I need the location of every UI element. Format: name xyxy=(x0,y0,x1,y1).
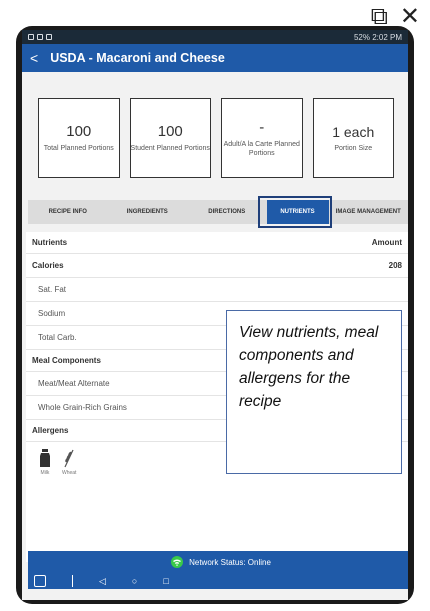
card-label: Adult/A la Carte Planned Portions xyxy=(223,140,300,157)
network-status-text: Network Status: Online xyxy=(189,557,271,567)
external-open-icon[interactable]: ⧉ xyxy=(371,4,388,28)
card-label: Total Planned Portions xyxy=(43,145,114,152)
content-area: 100 Total Planned Portions 100 Student P… xyxy=(22,72,408,600)
card-value: - xyxy=(259,118,265,136)
tablet-frame: 52% 2:02 PM < USDA - Macaroni and Cheese… xyxy=(16,26,414,604)
android-nav-bar: ◁ ○ □ xyxy=(28,573,408,589)
status-bar: 52% 2:02 PM xyxy=(22,30,408,44)
calories-value: 208 xyxy=(388,261,402,270)
allergen-label: Milk xyxy=(40,470,50,476)
back-icon[interactable]: < xyxy=(30,50,38,66)
allergen-milk: Milk xyxy=(38,448,52,476)
tab-recipe-info[interactable]: RECIPE INFO xyxy=(28,209,108,215)
nutrient-label: Total Carb. xyxy=(38,333,77,342)
allergen-wheat: Wheat xyxy=(62,448,76,476)
nutrient-label: Sodium xyxy=(38,309,66,318)
nutrients-title: Nutrients xyxy=(32,238,68,247)
screen: 52% 2:02 PM < USDA - Macaroni and Cheese… xyxy=(22,30,408,600)
nutrient-label: Sat. Fat xyxy=(38,285,67,294)
nutrient-row: Sat. Fat xyxy=(26,278,408,302)
recents-square-icon[interactable]: □ xyxy=(163,576,168,586)
tab-directions[interactable]: DIRECTIONS xyxy=(187,209,267,215)
adult-planned-portions-card: - Adult/A la Carte Planned Portions xyxy=(221,98,303,178)
tab-highlight-box xyxy=(258,196,332,228)
card-label: Student Planned Portions xyxy=(130,145,210,152)
network-status-bar: Network Status: Online xyxy=(28,551,408,573)
amount-header: Amount xyxy=(371,238,402,247)
page-title: USDA - Macaroni and Cheese xyxy=(50,51,225,65)
card-value: 100 xyxy=(157,123,183,140)
portion-size-card: 1 each Portion Size xyxy=(312,98,394,178)
total-planned-portions-card: 100 Total Planned Portions xyxy=(38,98,120,178)
card-value: 100 xyxy=(66,123,92,140)
instruction-callout: View nutrients, meal components and alle… xyxy=(226,310,402,474)
app-switch-icon[interactable] xyxy=(34,575,46,587)
top-overlay: ⧉ ✕ xyxy=(371,4,420,28)
nav-divider xyxy=(72,575,73,587)
meal-component-label: Meat/Meat Alternate xyxy=(38,379,110,388)
status-bar-time: 52% 2:02 PM xyxy=(353,32,402,42)
tab-image-management[interactable]: IMAGE MANAGEMENT xyxy=(329,209,409,215)
allergens-title: Allergens xyxy=(32,426,69,435)
home-circle-icon[interactable]: ○ xyxy=(132,576,137,586)
calories-label: Calories xyxy=(32,261,64,270)
summary-cards: 100 Total Planned Portions 100 Student P… xyxy=(38,98,394,178)
notification-icon xyxy=(28,34,34,40)
meal-component-label: Whole Grain-Rich Grains xyxy=(38,403,127,412)
milk-bottle-icon xyxy=(40,449,50,467)
wifi-icon xyxy=(171,556,184,568)
notification-icon xyxy=(37,34,43,40)
notification-icon xyxy=(46,34,52,40)
calories-row: Calories 208 xyxy=(26,254,408,278)
tab-bar: RECIPE INFO INGREDIENTS DIRECTIONS NUTRI… xyxy=(28,200,408,224)
wheat-icon xyxy=(64,449,74,468)
tab-ingredients[interactable]: INGREDIENTS xyxy=(108,209,188,215)
back-triangle-icon[interactable]: ◁ xyxy=(99,576,106,587)
allergen-label: Wheat xyxy=(62,470,77,476)
card-value: 1 each xyxy=(332,123,375,140)
student-planned-portions-card: 100 Student Planned Portions xyxy=(129,98,211,178)
app-bar: < USDA - Macaroni and Cheese xyxy=(22,44,408,72)
meal-components-title: Meal Components xyxy=(32,356,101,365)
card-label: Portion Size xyxy=(334,144,373,152)
nutrients-header: Nutrients Amount xyxy=(26,232,408,254)
close-icon[interactable]: ✕ xyxy=(400,4,420,28)
